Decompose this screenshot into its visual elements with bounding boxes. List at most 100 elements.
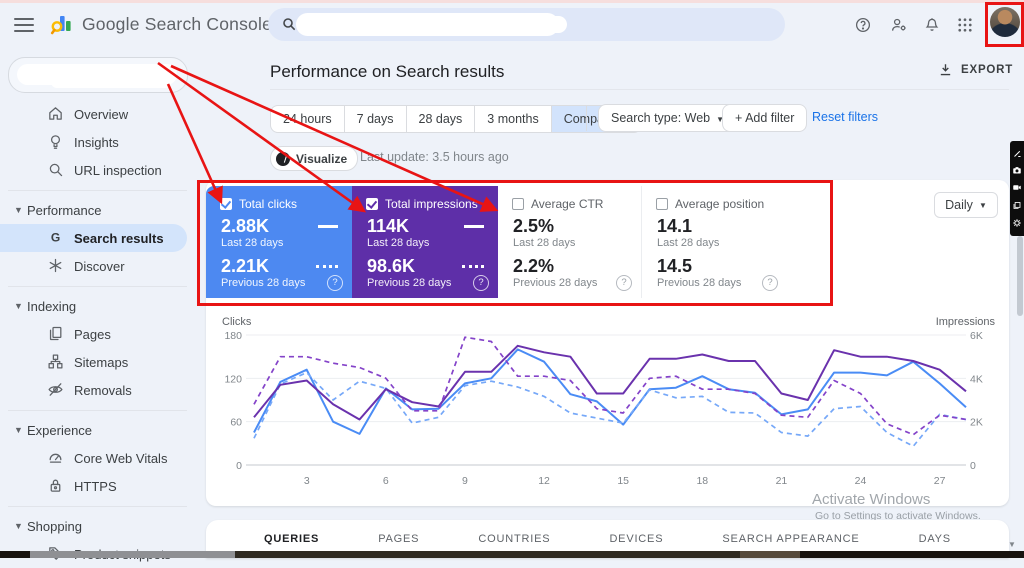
help-circle-icon[interactable]: ? — [616, 275, 632, 291]
chevron-down-icon: ▼ — [14, 301, 23, 311]
sidebar-divider — [8, 506, 187, 507]
metric-primary-period: Last 28 days — [657, 237, 720, 249]
lightbulb-icon — [47, 133, 64, 150]
activate-windows-watermark: Activate Windows — [812, 491, 931, 508]
checked-checkbox-icon[interactable] — [366, 198, 378, 210]
search-icon — [281, 16, 297, 32]
hamburger-menu-icon[interactable] — [14, 18, 34, 32]
sidebar-item-search-results[interactable]: G Search results — [0, 224, 187, 252]
right-axis-tick: 4K — [970, 373, 983, 385]
left-axis-tick: 120 — [224, 373, 242, 385]
avatar[interactable] — [990, 7, 1020, 37]
date-tab-7-days[interactable]: 7 days — [345, 106, 407, 132]
sidebar-item-discover[interactable]: Discover — [0, 252, 187, 280]
right-axis-title: Impressions — [935, 316, 995, 328]
metric-primary-period: Last 28 days — [513, 237, 576, 249]
x-axis-tick: 3 — [304, 475, 310, 487]
lock-icon — [47, 477, 64, 494]
right-axis-tick: 2K — [970, 417, 983, 429]
sidebar-item-pages[interactable]: Pages — [0, 320, 187, 348]
sitemap-icon — [47, 353, 64, 370]
x-axis-tick: 27 — [934, 475, 946, 487]
sidebar-item-url-inspection[interactable]: URL inspection — [0, 156, 187, 184]
property-selector[interactable] — [8, 57, 188, 93]
asterisk-icon — [47, 257, 64, 274]
user-gear-icon[interactable] — [890, 16, 908, 34]
tab-pages[interactable]: PAGES — [378, 533, 419, 545]
x-axis-tick: 21 — [776, 475, 788, 487]
product-name: Google Search Console — [82, 13, 273, 34]
performance-card: Total clicks 2.88K Last 28 days 2.21K Previo… — [206, 180, 1009, 506]
help-circle-icon[interactable]: ? — [327, 275, 343, 291]
unchecked-checkbox-icon[interactable] — [512, 198, 524, 210]
x-axis-tick: 6 — [383, 475, 389, 487]
sidebar-item-insights[interactable]: Insights — [0, 128, 187, 156]
global-search-input[interactable] — [268, 8, 785, 41]
metric-card-ctr[interactable]: Average CTR 2.5% Last 28 days 2.2% Previous … — [498, 186, 641, 298]
visualize-button[interactable]: Visualize — [270, 146, 359, 171]
chevron-down-icon[interactable]: ▼ — [1008, 540, 1016, 549]
scrollbar-thumb[interactable] — [1017, 236, 1023, 316]
sidebar-section-experience[interactable]: ▼ Experience — [0, 416, 205, 444]
x-axis-tick: 15 — [617, 475, 629, 487]
date-tab-3-months[interactable]: 3 months — [475, 106, 552, 132]
tab-countries[interactable]: COUNTRIES — [478, 533, 550, 545]
help-circle-icon[interactable]: ? — [473, 275, 489, 291]
metric-primary-period: Last 28 days — [367, 237, 430, 249]
tab-devices[interactable]: DEVICES — [609, 533, 663, 545]
metric-card-position[interactable]: Average position 14.1 Last 28 days 14.5 Prev… — [641, 186, 787, 298]
taskbar-segment — [235, 551, 740, 558]
reset-filters-link[interactable]: Reset filters — [812, 110, 878, 124]
checked-checkbox-icon[interactable] — [220, 198, 232, 210]
metric-primary-value: 2.5% — [513, 216, 555, 236]
help-circle-icon[interactable]: ? — [762, 275, 778, 291]
sidebar-section-performance[interactable]: ▼ Performance — [0, 196, 205, 224]
metric-primary-value: 114K — [367, 216, 410, 236]
gsc-logo-icon — [50, 12, 74, 36]
tab-search-appearance[interactable]: SEARCH APPEARANCE — [722, 533, 859, 545]
unchecked-checkbox-icon[interactable] — [656, 198, 668, 210]
date-tab-24-hours[interactable]: 24 hours — [271, 106, 345, 132]
metric-secondary-period: Previous 28 days — [657, 277, 742, 289]
sidebar-item-removals[interactable]: Removals — [0, 376, 187, 404]
sidebar-item-https[interactable]: HTTPS — [0, 472, 187, 500]
performance-chart[interactable]: 0 0 60 2K 120 4K 180 6K 3 6 9 12 15 18 21 24 27 — [214, 328, 1002, 500]
metric-primary-value: 14.1 — [657, 216, 693, 236]
metric-secondary-value: 98.6K — [367, 256, 416, 276]
chevron-down-icon: ▼ — [14, 521, 23, 531]
sidebar-section-shopping[interactable]: ▼ Shopping — [0, 512, 205, 540]
sidebar-section-indexing[interactable]: ▼ Indexing — [0, 292, 205, 320]
home-icon — [47, 105, 64, 122]
solid-line-legend-icon — [464, 225, 484, 228]
apps-grid-icon[interactable] — [956, 16, 974, 34]
sidebar-divider — [8, 190, 187, 191]
help-icon[interactable] — [854, 16, 872, 34]
x-axis-tick: 9 — [462, 475, 468, 487]
tab-days[interactable]: DAYS — [919, 533, 951, 545]
left-axis-tick: 0 — [236, 460, 242, 472]
metric-primary-period: Last 28 days — [221, 237, 284, 249]
tab-queries[interactable]: QUERIES — [264, 533, 319, 545]
export-button[interactable]: EXPORT — [938, 62, 1013, 77]
sidebar-item-core-web-vitals[interactable]: Core Web Vitals — [0, 444, 187, 472]
gear-icon — [1013, 219, 1021, 227]
sidebar-item-sitemaps[interactable]: Sitemaps — [0, 348, 187, 376]
bell-icon[interactable] — [923, 16, 941, 34]
visualize-icon — [276, 151, 290, 166]
capture-extension-toolbar[interactable] — [1010, 141, 1024, 236]
sidebar-item-overview[interactable]: Overview — [0, 100, 187, 128]
app-logo[interactable]: Google Search Console — [50, 12, 272, 36]
pen-icon — [1013, 151, 1020, 158]
granularity-dropdown[interactable]: Daily ▼ — [934, 192, 998, 218]
last-update-text: Last update: 3.5 hours ago — [360, 150, 509, 164]
search-icon — [47, 161, 64, 178]
sidebar-divider — [8, 410, 187, 411]
metric-card-clicks[interactable]: Total clicks 2.88K Last 28 days 2.21K Previo… — [206, 186, 352, 298]
sidebar-divider — [8, 286, 187, 287]
date-tab-28-days[interactable]: 28 days — [407, 106, 476, 132]
search-type-filter[interactable]: Search type: Web ▼ — [598, 104, 738, 132]
add-filter-button[interactable]: + Add filter — [722, 104, 808, 132]
metric-card-impressions[interactable]: Total impressions 114K Last 28 days 98.6K Pr… — [352, 186, 498, 298]
filter-divider — [586, 106, 587, 131]
gauge-icon — [47, 449, 64, 466]
